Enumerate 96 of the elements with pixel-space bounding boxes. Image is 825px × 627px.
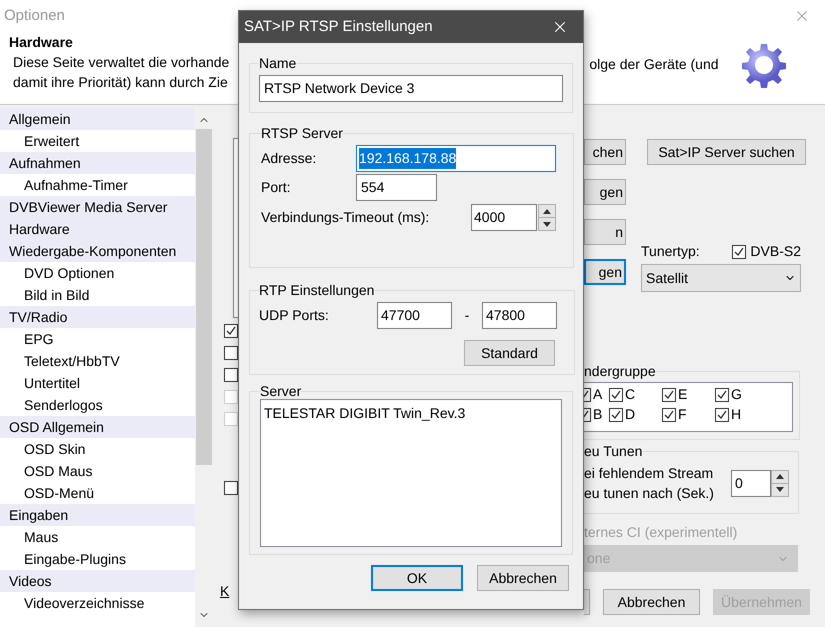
- checkmark-icon: [734, 246, 744, 256]
- tree-item[interactable]: Aufnahmen: [0, 152, 195, 174]
- checkbox[interactable]: [715, 388, 729, 402]
- button[interactable]: gen: [584, 179, 626, 205]
- label: ternes CI (experimentell): [584, 523, 738, 542]
- down-arrow-icon: [543, 222, 551, 226]
- list-item[interactable]: TELESTAR DIGIBIT Twin_Rev.3: [264, 403, 558, 424]
- label: Tunertyp:: [641, 242, 700, 261]
- scrollbar-thumb[interactable]: [196, 129, 212, 465]
- tree-item[interactable]: Senderlogos: [0, 394, 195, 416]
- checkbox[interactable]: [715, 408, 729, 422]
- checkbox[interactable]: [224, 324, 238, 338]
- tree-item[interactable]: Aufnahme-Timer: [0, 174, 195, 196]
- button[interactable]: Abbrechen: [477, 565, 569, 591]
- tree-item[interactable]: Maus: [0, 526, 195, 548]
- tree-item[interactable]: DVBViewer Media Server: [0, 196, 195, 218]
- tree-item[interactable]: OSD-Menü: [0, 482, 195, 504]
- checkbox[interactable]: [224, 481, 238, 495]
- tree-item[interactable]: DVD Optionen: [0, 262, 195, 284]
- dialog-title: SAT>IP RTSP Einstellungen: [244, 16, 433, 37]
- tree-item[interactable]: EPG: [0, 328, 195, 350]
- button[interactable]: Abbrechen: [603, 589, 700, 615]
- group-title: Name: [259, 55, 296, 71]
- label: UDP Ports:: [259, 306, 330, 325]
- spin-buttons[interactable]: [538, 204, 556, 231]
- tree-item[interactable]: Bild in Bild: [0, 284, 195, 306]
- label: Adresse:: [261, 149, 318, 168]
- text-field[interactable]: 192.168.178.88: [356, 145, 556, 172]
- description-text: Diese Seite verwaltet die vorhande: [12, 53, 230, 72]
- tree-item[interactable]: OSD Allgemein: [0, 416, 195, 438]
- label: Port:: [261, 178, 292, 197]
- checkbox[interactable]: [609, 408, 623, 422]
- scrollbar[interactable]: [195, 108, 213, 627]
- checkbox-label: H: [731, 407, 742, 422]
- checkmark-icon: [226, 326, 236, 336]
- number-field[interactable]: 47700: [377, 302, 452, 329]
- up-arrow-icon: [776, 474, 784, 479]
- checkbox-label: B: [593, 407, 602, 422]
- window-title: Optionen: [4, 6, 65, 26]
- checkbox-label: A: [593, 387, 602, 402]
- tree-item[interactable]: OSD Skin: [0, 438, 195, 460]
- button[interactable]: Standard: [464, 340, 555, 366]
- up-arrow-icon: [543, 208, 551, 214]
- tree-item[interactable]: TV/Radio: [0, 306, 195, 328]
- tree-item[interactable]: Eingaben: [0, 504, 195, 526]
- button[interactable]: gen: [584, 259, 626, 285]
- tree-item[interactable]: Hardware: [0, 218, 195, 240]
- tree-item[interactable]: Erweitert: [0, 130, 195, 152]
- checkbox[interactable]: [609, 388, 623, 402]
- number-field[interactable]: 0: [731, 470, 771, 496]
- tree-item[interactable]: Untertitel: [0, 372, 195, 394]
- group-title: eu Tunen: [584, 444, 642, 458]
- group-title: RTSP Server: [261, 125, 343, 141]
- tree-item[interactable]: OSD Maus: [0, 460, 195, 482]
- tree-item[interactable]: Videoverzeichnisse: [0, 592, 195, 614]
- separator-text: -: [464, 306, 470, 325]
- checkbox-label: G: [731, 387, 742, 402]
- text-field[interactable]: RTSP Network Device 3: [259, 75, 563, 102]
- checkbox[interactable]: [732, 244, 746, 258]
- text-field[interactable]: 554: [356, 174, 437, 201]
- group-title: ndergruppe: [584, 364, 656, 378]
- label: Verbindungs-Timeout (ms):: [261, 208, 430, 227]
- checkbox-label: F: [678, 407, 687, 422]
- button[interactable]: chen: [584, 139, 626, 165]
- tree-item[interactable]: Videos: [0, 570, 195, 592]
- button[interactable]: n: [584, 219, 626, 245]
- tree-item[interactable]: Eingabe-Plugins: [0, 548, 195, 570]
- dropdown[interactable]: Satellit: [641, 264, 801, 292]
- checkbox-label: E: [678, 387, 688, 402]
- group-title: RTP Einstellungen: [259, 282, 374, 298]
- checkbox[interactable]: [662, 388, 676, 402]
- checkbox-label: C: [625, 387, 636, 402]
- tree-item[interactable]: Allgemein: [0, 108, 195, 130]
- tree-item[interactable]: Wiedergabe-Komponenten: [0, 240, 195, 262]
- gear-icon: [740, 42, 787, 88]
- description-text: damit ihre Priorität) kann durch Zie: [12, 73, 229, 92]
- link[interactable]: K: [220, 581, 238, 602]
- page-title: Hardware: [9, 33, 74, 52]
- list-box[interactable]: TELESTAR DIGIBIT Twin_Rev.3: [260, 399, 562, 547]
- checkbox[interactable]: [224, 346, 238, 360]
- tree-item[interactable]: Teletext/HbbTV: [0, 350, 195, 372]
- search-button[interactable]: Sat>IP Server suchen: [647, 139, 806, 165]
- group-title: Server: [260, 383, 302, 399]
- label: ei fehlendem Stream: [584, 464, 714, 483]
- checkbox-label: D: [625, 407, 636, 422]
- down-arrow-icon: [776, 487, 784, 492]
- number-field[interactable]: 47800: [482, 302, 557, 329]
- selected-text: 192.168.178.88: [359, 148, 456, 169]
- number-field[interactable]: 4000: [471, 204, 537, 231]
- label: eu tunen nach (Sek.): [584, 484, 715, 503]
- description-text: olge der Geräte (und: [589, 55, 719, 74]
- checkbox-label: DVB-S2: [750, 242, 801, 261]
- button[interactable]: OK: [371, 565, 463, 591]
- checkbox[interactable]: [224, 368, 238, 382]
- spin-buttons[interactable]: [771, 470, 789, 496]
- checkbox[interactable]: [662, 408, 676, 422]
